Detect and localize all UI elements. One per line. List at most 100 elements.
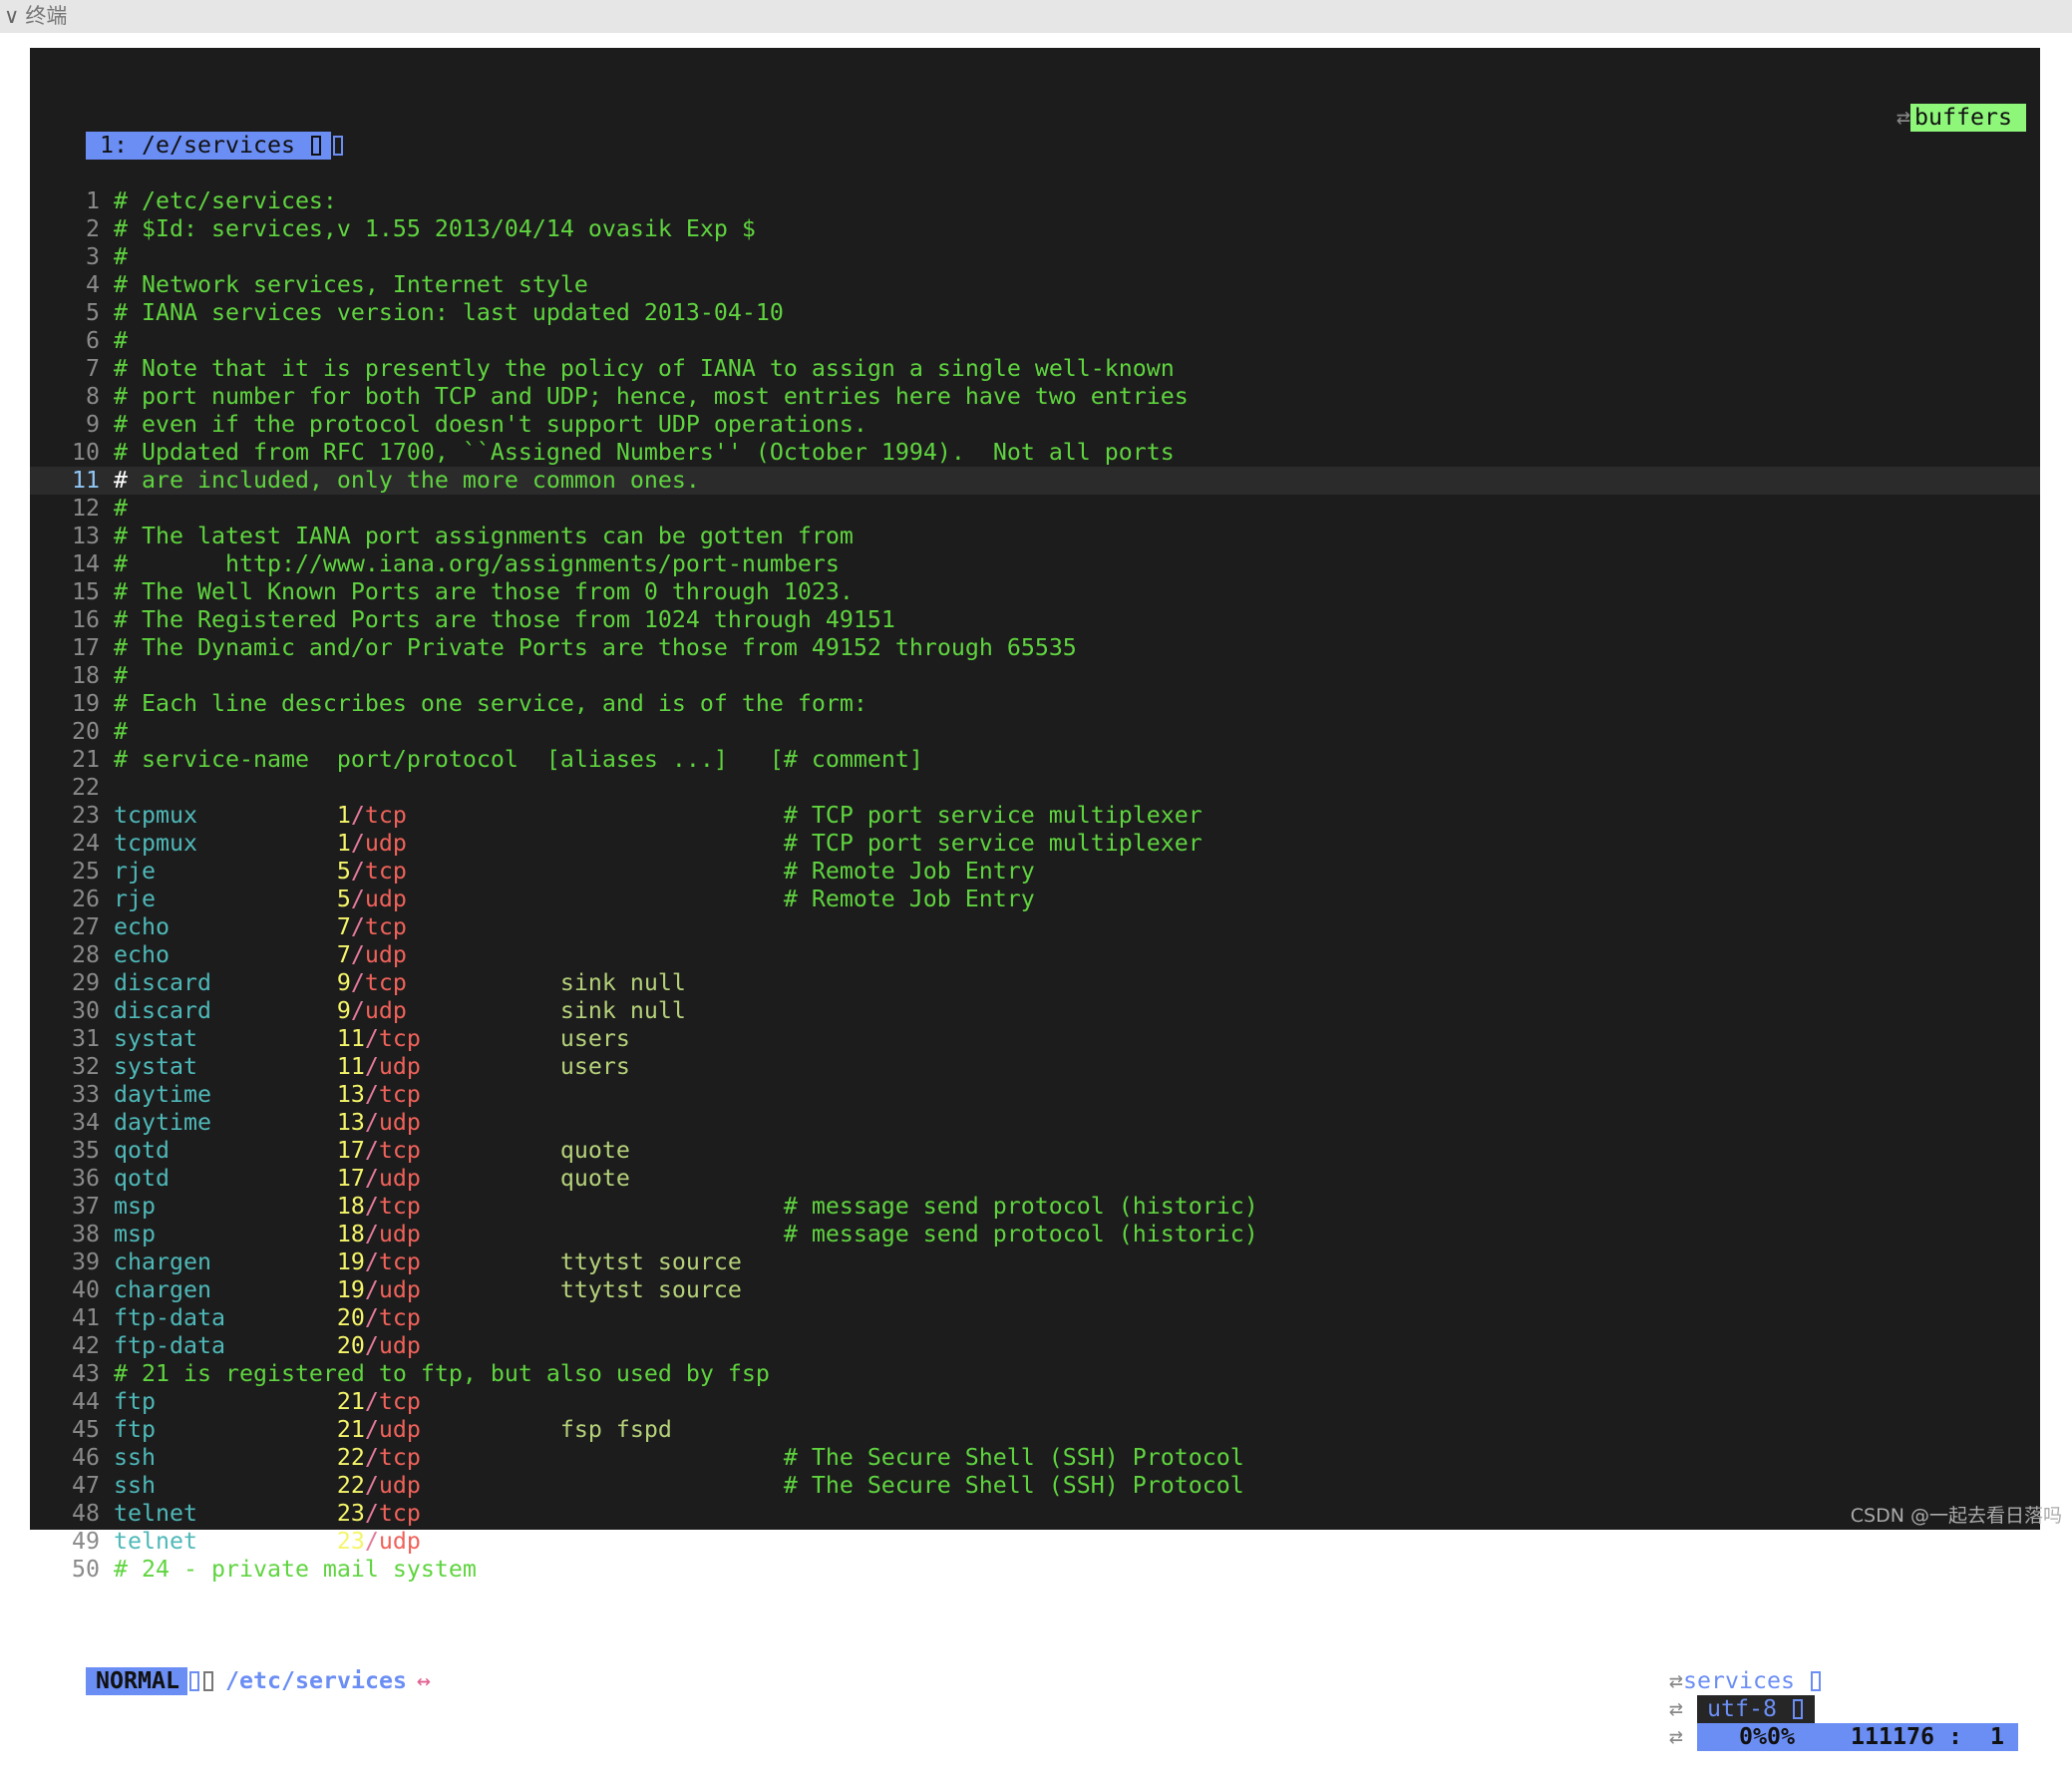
editor-line[interactable]: 32 systat 11/udp users xyxy=(30,1053,2040,1081)
editor-line[interactable]: 12 # xyxy=(30,495,2040,523)
editor-line[interactable]: 20 # xyxy=(30,718,2040,746)
comment-text: # service-name port/protocol [aliases ..… xyxy=(113,746,923,773)
port-number: 20 xyxy=(336,1332,365,1359)
slash: / xyxy=(364,1276,379,1303)
editor-line[interactable]: 47 ssh 22/udp # The Secure Shell (SSH) Pro… xyxy=(30,1472,2040,1500)
gutter-space xyxy=(100,746,114,774)
editor-line[interactable]: 37 msp 18/tcp # message send protocol (his… xyxy=(30,1193,2040,1221)
line-number: 13 xyxy=(71,523,100,549)
editor-line[interactable]: 28 echo 7/udp xyxy=(30,941,2040,969)
slash: / xyxy=(350,997,365,1024)
editor-line[interactable]: 14 # http://www.iana.org/assignments/por… xyxy=(30,550,2040,578)
window-titlebar[interactable]: ∨ 终端 xyxy=(0,0,2072,33)
editor-line[interactable]: 31 systat 11/tcp users xyxy=(30,1025,2040,1053)
editor-line[interactable]: 24 tcpmux 1/udp # TCP port service multipl… xyxy=(30,830,2040,858)
port-protocol: 17/tcp xyxy=(337,1137,560,1165)
encoding-section: utf-8 xyxy=(1697,1695,1816,1723)
editor-line[interactable]: 21 # service-name port/protocol [aliases… xyxy=(30,746,2040,774)
editor-line[interactable]: 6 # xyxy=(30,327,2040,355)
editor-line[interactable]: 34 daytime 13/udp xyxy=(30,1109,2040,1137)
editor-line[interactable]: 29 discard 9/tcp sink null xyxy=(30,969,2040,997)
port-protocol: 7/tcp xyxy=(337,913,560,941)
port-number: 17 xyxy=(336,1165,365,1192)
editor-line[interactable]: 38 msp 18/udp # message send protocol (his… xyxy=(30,1221,2040,1248)
editor-line[interactable]: 43 # 21 is registered to ftp, but also u… xyxy=(30,1360,2040,1388)
editor-line[interactable]: 46 ssh 22/tcp # The Secure Shell (SSH) Pro… xyxy=(30,1444,2040,1472)
editor-line[interactable]: 50 # 24 - private mail system xyxy=(30,1556,2040,1584)
editor-line[interactable]: 36 qotd 17/udp quote xyxy=(30,1165,2040,1193)
editor-line[interactable]: 2 # $Id: services,v 1.55 2013/04/14 ovas… xyxy=(30,215,2040,243)
editor-line[interactable]: 8 # port number for both TCP and UDP; he… xyxy=(30,383,2040,411)
editor-line[interactable]: 18 # xyxy=(30,662,2040,690)
editor-line[interactable]: 15 # The Well Known Ports are those from… xyxy=(30,578,2040,606)
line-number: 5 xyxy=(85,299,100,326)
gutter-space xyxy=(100,1500,114,1528)
gutter-space xyxy=(100,1137,114,1165)
editor-buffer[interactable]: 1 # /etc/services: 2 # $Id: services,v 1.… xyxy=(30,187,2040,1584)
service-name: ftp xyxy=(113,1388,156,1415)
buffers-indicator[interactable]: ⇄ buffers xyxy=(1897,104,2026,132)
protocol: udp xyxy=(364,941,407,968)
editor-line[interactable]: 10 # Updated from RFC 1700, ``Assigned N… xyxy=(30,439,2040,467)
editor-line[interactable]: 1 # /etc/services: xyxy=(30,187,2040,215)
terminal[interactable]: 1: /e/services ⇄ buffers 1 # /etc/service… xyxy=(30,48,2040,1751)
editor-line[interactable]: 44 ftp 21/tcp xyxy=(30,1388,2040,1416)
editor-line[interactable]: 9 # even if the protocol doesn't support… xyxy=(30,411,2040,439)
editor-line[interactable]: 17 # The Dynamic and/or Private Ports ar… xyxy=(30,634,2040,662)
port-protocol: 9/udp xyxy=(337,997,560,1025)
port-protocol: 21/udp xyxy=(337,1416,560,1444)
editor-line[interactable]: 19 # Each line describes one service, an… xyxy=(30,690,2040,718)
editor-line[interactable]: 41 ftp-data 20/tcp xyxy=(30,1304,2040,1332)
editor-line[interactable]: 35 qotd 17/tcp quote xyxy=(30,1137,2040,1165)
editor-line[interactable]: 42 ftp-data 20/udp xyxy=(30,1332,2040,1360)
gutter-space xyxy=(100,606,114,634)
editor-line[interactable]: 25 rje 5/tcp # Remote Job Entry xyxy=(30,858,2040,886)
editor-line[interactable]: 11 # are included, only the more common … xyxy=(30,467,2040,495)
editor-line[interactable]: 7 # Note that it is presently the policy… xyxy=(30,355,2040,383)
slash: / xyxy=(364,1193,379,1220)
slash: / xyxy=(364,1444,379,1471)
gutter-space xyxy=(100,299,114,327)
service-name: tcpmux xyxy=(113,802,197,829)
line-number: 45 xyxy=(71,1416,100,1443)
protocol: tcp xyxy=(364,802,407,829)
port-number: 9 xyxy=(336,997,351,1024)
line-number: 6 xyxy=(85,327,100,354)
service-name: systat xyxy=(113,1053,197,1080)
gutter-space xyxy=(100,578,114,606)
editor-line[interactable]: 13 # The latest IANA port assignments ca… xyxy=(30,523,2040,550)
editor-line[interactable]: 30 discard 9/udp sink null xyxy=(30,997,2040,1025)
comment-text: # The Registered Ports are those from 10… xyxy=(113,606,895,633)
gutter-space xyxy=(100,1221,114,1248)
editor-line[interactable]: 4 # Network services, Internet style xyxy=(30,271,2040,299)
chevron-down-icon[interactable]: ∨ xyxy=(4,0,19,33)
trailing-comment: # message send protocol (historic) xyxy=(783,1193,1258,1220)
editor-line[interactable]: 27 echo 7/tcp xyxy=(30,913,2040,941)
protocol: tcp xyxy=(378,1444,421,1471)
port-protocol: 18/udp xyxy=(337,1221,560,1248)
tab-services[interactable]: 1: /e/services xyxy=(86,132,331,160)
editor-line[interactable]: 45 ftp 21/udp fsp fspd xyxy=(30,1416,2040,1444)
editor-line[interactable]: 5 # IANA services version: last updated … xyxy=(30,299,2040,327)
aliases: fsp fspd xyxy=(559,1416,672,1443)
editor-line[interactable]: 26 rje 5/udp # Remote Job Entry xyxy=(30,886,2040,913)
service-name: ftp-data xyxy=(113,1304,225,1331)
gutter-space xyxy=(100,1109,114,1137)
scroll-percent: 0%0% xyxy=(1739,1723,1796,1750)
port-number: 13 xyxy=(336,1109,365,1136)
editor-line[interactable]: 16 # The Registered Ports are those from… xyxy=(30,606,2040,634)
editor-line[interactable]: 22 xyxy=(30,774,2040,802)
editor-line[interactable]: 48 telnet 23/tcp xyxy=(30,1500,2040,1528)
comment-text: # IANA services version: last updated 20… xyxy=(113,299,784,326)
gutter-space xyxy=(100,271,114,299)
editor-line[interactable]: 49 telnet 23/udp xyxy=(30,1528,2040,1556)
editor-line[interactable]: 3 # xyxy=(30,243,2040,271)
editor-line[interactable]: 39 chargen 19/tcp ttytst source xyxy=(30,1248,2040,1276)
line-number: 17 xyxy=(71,634,100,661)
gutter-space xyxy=(100,997,114,1025)
gutter-space xyxy=(100,1193,114,1221)
editor-line[interactable]: 33 daytime 13/tcp xyxy=(30,1081,2040,1109)
editor-line[interactable]: 23 tcpmux 1/tcp # TCP port service multipl… xyxy=(30,802,2040,830)
trailing-comment: # TCP port service multiplexer xyxy=(783,830,1203,857)
editor-line[interactable]: 40 chargen 19/udp ttytst source xyxy=(30,1276,2040,1304)
